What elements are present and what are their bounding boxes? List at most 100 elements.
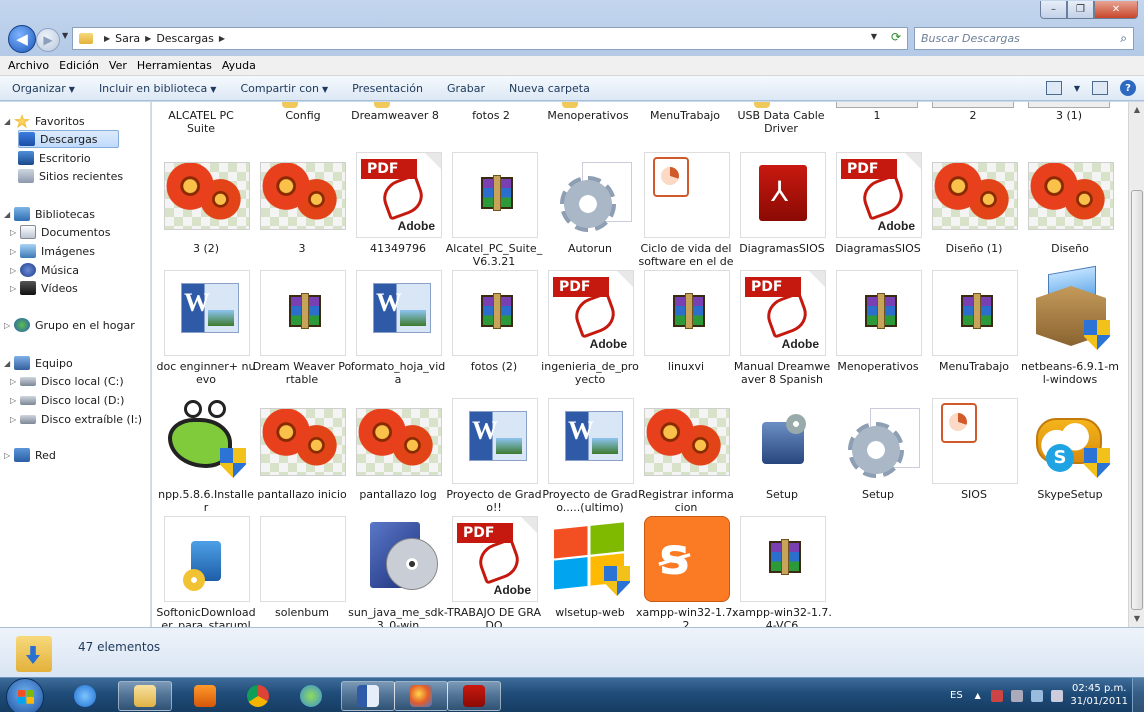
help-icon[interactable]: ? [1120, 80, 1136, 96]
expand-arrow-icon[interactable]: ◢ [4, 117, 14, 126]
chevron-right-icon[interactable]: ▶ [104, 34, 110, 43]
file-item[interactable]: xampp-win32-1.7.4-VC6 [732, 516, 832, 627]
nav-favoritos[interactable]: ◢ Favoritos [4, 112, 85, 130]
menu-edicion[interactable]: Edición [59, 59, 99, 72]
file-item[interactable]: Wformato_hoja_vida [348, 270, 445, 397]
nav-imagenes[interactable]: ▷ Imágenes [10, 242, 95, 260]
file-item[interactable]: fotos (2) [444, 270, 540, 397]
file-item[interactable]: 3 [252, 152, 348, 279]
file-item[interactable]: Alcatel_PC_Suite_V6.3.21 [444, 152, 542, 279]
file-item[interactable]: Config [258, 109, 348, 122]
file-item[interactable]: MenuTrabajo [640, 109, 730, 122]
nav-musica[interactable]: ▷ Música [10, 261, 79, 279]
file-item[interactable]: W Proyecto de Grado.....(ultimo) [540, 398, 638, 525]
expand-arrow-icon[interactable]: ▷ [10, 377, 20, 386]
chevron-down-icon[interactable]: ▼ [1074, 84, 1080, 93]
file-item[interactable]: PDF Adobe Manual Dreamweaver 8 Spanish [732, 270, 830, 397]
address-bar[interactable]: ▶ Sara ▶ Descargas ▶ ▼ ⟳ [72, 27, 908, 50]
file-item[interactable]: Diseño (1) [924, 152, 1020, 279]
file-item[interactable]: USB Data Cable Driver [736, 109, 826, 135]
file-item[interactable]: PDF Adobe TRABAJO DE GRADO [444, 516, 541, 627]
file-item[interactable]: SIOS [924, 398, 1020, 525]
expand-arrow-icon[interactable]: ▷ [10, 247, 20, 256]
file-item[interactable]: pantallazo log [348, 398, 444, 525]
vertical-scrollbar[interactable]: ▲ ▼ [1128, 102, 1144, 627]
file-item[interactable]: Menoperativos [828, 270, 924, 397]
file-item[interactable]: npp.5.8.6.Installer [156, 398, 254, 525]
organize-button[interactable]: Organizar ▼ [12, 82, 75, 95]
file-item[interactable]: linuxvi [636, 270, 732, 397]
file-item[interactable]: MenuTrabajo [924, 270, 1020, 397]
file-item[interactable]: 2 [928, 109, 1018, 122]
taskbar-paint[interactable] [394, 681, 448, 711]
back-button[interactable]: ◀ [8, 25, 36, 53]
file-item[interactable]: Setup [828, 398, 924, 525]
close-button[interactable]: ✕ [1094, 1, 1138, 19]
expand-arrow-icon[interactable]: ▷ [4, 321, 14, 330]
menu-ver[interactable]: Ver [109, 59, 127, 72]
power-icon[interactable] [1010, 689, 1023, 702]
file-item[interactable]: ꞩ xampp-win32-1.7.2 [636, 516, 736, 627]
action-center-icon[interactable] [990, 689, 1003, 702]
taskbar-acrobat[interactable] [447, 681, 501, 711]
slideshow-button[interactable]: Presentación [352, 82, 423, 95]
include-library-button[interactable]: Incluir en biblioteca ▼ [99, 82, 217, 95]
file-item[interactable]: DiagramasSIOS [732, 152, 828, 279]
nav-documentos[interactable]: ▷ Documentos [10, 223, 110, 241]
file-item[interactable]: PDF Adobe DiagramasSIOS [828, 152, 924, 279]
file-item[interactable]: Diseño [1020, 152, 1116, 279]
file-item[interactable]: 3 (2) [156, 152, 252, 279]
file-item[interactable]: SoftonicDownloader_para_staruml [156, 516, 256, 627]
file-item[interactable]: 1 [832, 109, 922, 122]
new-folder-button[interactable]: Nueva carpeta [509, 82, 590, 95]
history-dropdown-icon[interactable]: ▼ [62, 31, 68, 40]
nav-red[interactable]: ▷ Red [4, 446, 56, 464]
breadcrumb-sara[interactable]: Sara [115, 32, 140, 45]
chevron-right-icon[interactable]: ▶ [145, 34, 151, 43]
file-item[interactable]: W Proyecto de Grado!! [444, 398, 542, 525]
taskbar-messenger[interactable] [284, 681, 338, 711]
show-desktop-button[interactable] [1132, 678, 1144, 712]
address-dropdown-icon[interactable]: ▼ [871, 32, 877, 41]
nav-grupo-hogar[interactable]: ▷ Grupo en el hogar [4, 316, 135, 334]
nav-disco-c[interactable]: ▷ Disco local (C:) [10, 372, 124, 390]
scroll-up-icon[interactable]: ▲ [1129, 102, 1144, 118]
search-icon[interactable]: ⌕ [1120, 31, 1127, 46]
file-item[interactable]: sun_java_me_sdk-3_0-win [348, 516, 448, 627]
file-item[interactable]: ALCATEL PC Suite [156, 109, 246, 135]
taskbar-explorer[interactable] [118, 681, 172, 711]
expand-arrow-icon[interactable]: ◢ [4, 210, 14, 219]
file-item[interactable]: Autorun [540, 152, 636, 279]
network-signal-icon[interactable] [1030, 689, 1043, 702]
nav-escritorio[interactable]: Escritorio [18, 149, 91, 167]
nav-descargas[interactable]: Descargas [18, 130, 119, 148]
taskbar-media-player[interactable] [178, 681, 232, 711]
file-item[interactable]: S SkypeSetup [1020, 398, 1116, 525]
expand-arrow-icon[interactable]: ▷ [10, 228, 20, 237]
menu-herramientas[interactable]: Herramientas [137, 59, 212, 72]
file-item[interactable]: Wdoc enginner+ nuevo [156, 270, 255, 397]
nav-bibliotecas[interactable]: ◢ Bibliotecas [4, 205, 95, 223]
expand-arrow-icon[interactable]: ▷ [4, 451, 14, 460]
file-item[interactable]: Dream Weaver Portable [252, 270, 351, 397]
show-hidden-icons-icon[interactable]: ▲ [975, 691, 981, 700]
search-input[interactable]: Buscar Descargas ⌕ [914, 27, 1134, 50]
file-item[interactable]: fotos 2 [446, 109, 536, 122]
menu-archivo[interactable]: Archivo [8, 59, 49, 72]
scroll-thumb[interactable] [1131, 190, 1143, 610]
file-item[interactable]: PDF Adobe ingenieria_de_proyecto [540, 270, 639, 397]
file-item[interactable]: Setup [732, 398, 828, 525]
nav-sitios-recientes[interactable]: Sitios recientes [18, 167, 123, 185]
nav-videos[interactable]: ▷ Vídeos [10, 279, 78, 297]
chevron-right-icon[interactable]: ▶ [219, 34, 225, 43]
preview-pane-icon[interactable] [1092, 81, 1108, 95]
file-item[interactable]: PDF Adobe 41349796 [348, 152, 444, 279]
refresh-icon[interactable]: ⟳ [891, 30, 901, 44]
menu-ayuda[interactable]: Ayuda [222, 59, 256, 72]
file-item[interactable]: Ciclo de vida del software en el desarro… [636, 152, 734, 281]
expand-arrow-icon[interactable]: ▷ [10, 396, 20, 405]
nav-equipo[interactable]: ◢ Equipo [4, 354, 73, 372]
clock[interactable]: 02:45 p.m. 31/01/2011 [1070, 682, 1128, 708]
expand-arrow-icon[interactable]: ▷ [10, 415, 20, 424]
file-item[interactable]: wlsetup-web [540, 516, 636, 627]
